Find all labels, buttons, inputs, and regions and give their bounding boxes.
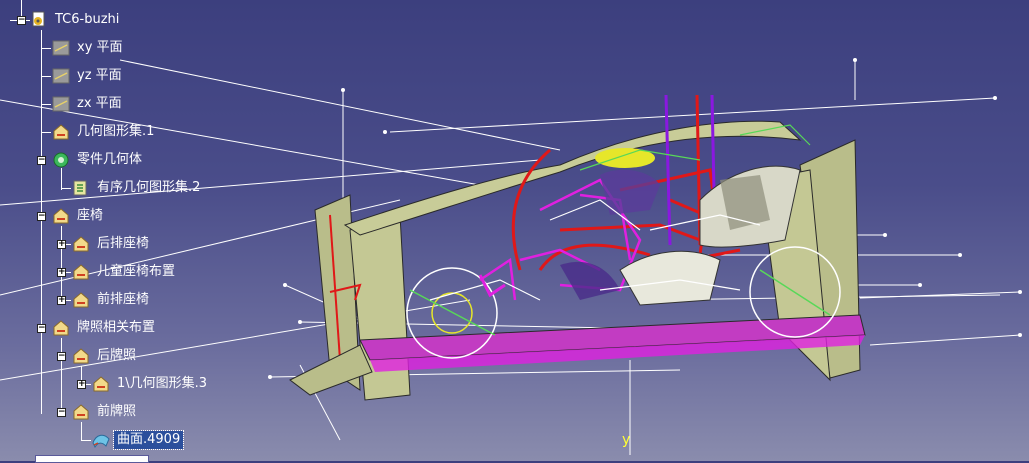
tree-node-label: 前排座椅 xyxy=(97,292,150,307)
front-seat-body xyxy=(560,165,801,306)
geometric-set-icon xyxy=(52,319,70,337)
tree-node-surface-4909[interactable]: 曲面.4909 xyxy=(92,430,185,450)
geometric-set-icon xyxy=(92,375,110,393)
tree-node-root[interactable]: TC6-buzhi xyxy=(30,10,122,30)
tree-node-label: TC6-buzhi xyxy=(55,12,120,27)
tree-node-label: 有序几何图形集.2 xyxy=(97,180,201,195)
collapse-toggle[interactable]: − xyxy=(37,212,46,221)
collapse-toggle[interactable]: − xyxy=(37,156,46,165)
tree-node-front-seats[interactable]: 前排座椅 xyxy=(72,290,152,310)
part-body-icon xyxy=(52,151,70,169)
tree-node-ordered-geometric-set-2[interactable]: 有序几何图形集.2 xyxy=(72,178,203,198)
tree-node-seats[interactable]: 座椅 xyxy=(52,206,106,226)
tree-node-label: 后排座椅 xyxy=(97,236,150,251)
tree-node-rear-plate[interactable]: 后牌照 xyxy=(72,346,139,366)
ordered-geometric-set-icon xyxy=(72,179,90,197)
tree-node-child-seat-layout[interactable]: 儿童座椅布置 xyxy=(72,262,178,282)
tree-node-label: 儿童座椅布置 xyxy=(97,264,176,279)
geometric-set-icon xyxy=(72,291,90,309)
tree-node-part-body[interactable]: 零件几何体 xyxy=(52,150,145,170)
expand-toggle[interactable]: + xyxy=(57,296,66,305)
part-icon xyxy=(30,11,48,29)
tree-node-xy-plane[interactable]: xy 平面 xyxy=(52,38,126,58)
plane-icon xyxy=(52,39,70,57)
expand-toggle[interactable]: + xyxy=(57,268,66,277)
tree-line xyxy=(81,422,82,440)
tree-node-label: 后牌照 xyxy=(97,348,137,363)
tree-node-yz-plane[interactable]: yz 平面 xyxy=(52,66,125,86)
tree-node-label: 几何图形集.1 xyxy=(77,124,155,139)
horizontal-scrollbar[interactable] xyxy=(35,455,149,463)
plane-icon xyxy=(52,95,70,113)
geometric-set-icon xyxy=(52,123,70,141)
tree-node-label: 座椅 xyxy=(77,208,104,223)
tree-node-label: 1\几何图形集.3 xyxy=(117,376,208,391)
collapse-toggle[interactable]: − xyxy=(57,352,66,361)
tree-node-label: 牌照相关布置 xyxy=(77,320,156,335)
specification-tree: − − − + + + − − + − TC6-buzhi xy 平面 yz 平… xyxy=(0,0,260,463)
axis-y-label: y xyxy=(622,432,631,448)
tree-node-label: 曲面.4909 xyxy=(112,430,185,450)
tree-node-label: 零件几何体 xyxy=(77,152,143,167)
tree-node-label: xy 平面 xyxy=(77,40,123,55)
collapse-toggle[interactable]: − xyxy=(37,324,46,333)
tree-line xyxy=(61,338,62,414)
surface-icon xyxy=(92,431,110,449)
plane-icon xyxy=(52,67,70,85)
tree-node-zx-plane[interactable]: zx 平面 xyxy=(52,94,125,114)
tree-line xyxy=(61,226,62,302)
expand-toggle[interactable]: + xyxy=(57,240,66,249)
collapse-toggle[interactable]: − xyxy=(17,16,26,25)
geometric-set-icon xyxy=(72,403,90,421)
geometric-set-icon xyxy=(52,207,70,225)
expand-toggle[interactable]: + xyxy=(77,380,86,389)
tree-node-label: yz 平面 xyxy=(77,68,122,83)
tree-node-rear-seats[interactable]: 后排座椅 xyxy=(72,234,152,254)
tree-node-front-plate[interactable]: 前牌照 xyxy=(72,402,139,422)
geometric-set-icon xyxy=(72,235,90,253)
tree-node-license-plate-layout[interactable]: 牌照相关布置 xyxy=(52,318,158,338)
geometric-set-icon xyxy=(72,263,90,281)
tree-node-label: zx 平面 xyxy=(77,96,122,111)
tree-node-geometric-set-3[interactable]: 1\几何图形集.3 xyxy=(92,374,210,394)
geometric-set-icon xyxy=(72,347,90,365)
collapse-toggle[interactable]: − xyxy=(57,408,66,417)
tree-line xyxy=(61,168,62,190)
tree-node-label: 前牌照 xyxy=(97,404,137,419)
tree-node-geometric-set-1[interactable]: 几何图形集.1 xyxy=(52,122,157,142)
tree-line xyxy=(41,30,42,414)
